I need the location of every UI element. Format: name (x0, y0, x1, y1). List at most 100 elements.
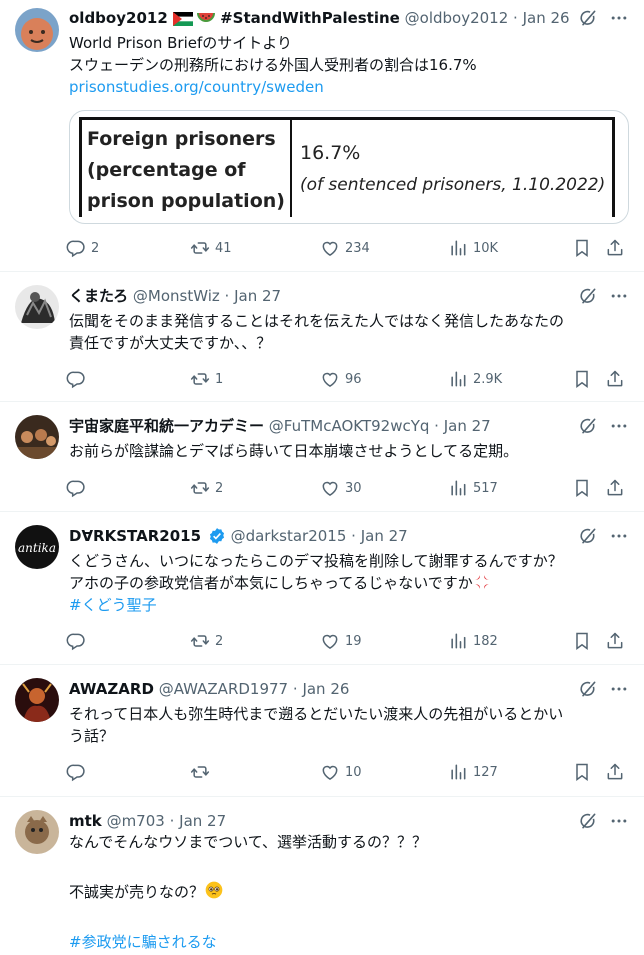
separator: · (169, 812, 175, 830)
like-icon (320, 762, 340, 782)
avatar[interactable] (15, 678, 59, 722)
tweet-text-line: なんでそんなウソまでついて、選挙活動するの？？？ (69, 833, 428, 851)
grok-icon[interactable] (578, 679, 598, 699)
bookmark-button[interactable] (572, 629, 592, 653)
tweet[interactable]: antika D∀RKSTAR2015 @darkstar2015 · Jan … (0, 512, 644, 665)
share-icon (605, 631, 625, 651)
retweet-button[interactable] (190, 760, 215, 784)
reply-button[interactable] (66, 629, 91, 653)
like-button[interactable]: 234 (320, 236, 370, 260)
avatar[interactable] (15, 285, 59, 329)
action-bar: 2 19 182 (66, 629, 628, 653)
display-name[interactable]: oldboy2012 (69, 9, 168, 27)
bookmark-button[interactable] (572, 476, 592, 500)
reply-icon (66, 762, 86, 782)
timestamp[interactable]: Jan 26 (302, 680, 349, 698)
handle[interactable]: @darkstar2015 (231, 527, 347, 545)
like-icon (320, 478, 340, 498)
like-button[interactable]: 19 (320, 629, 362, 653)
share-icon (605, 369, 625, 389)
card-label-line: Foreign prisoners (87, 128, 276, 150)
grok-icon[interactable] (578, 8, 598, 28)
views-button[interactable]: 517 (448, 476, 498, 500)
handle[interactable]: @FuTMcAOKT92wcYq (269, 417, 430, 435)
more-icon[interactable] (608, 416, 630, 436)
share-icon (605, 238, 625, 258)
display-name[interactable]: 宇宙家庭平和統一アカデミー (69, 417, 264, 435)
more-icon[interactable] (608, 811, 630, 831)
handle[interactable]: @oldboy2012 (405, 9, 509, 27)
handle[interactable]: @AWAZARD1977 (159, 680, 288, 698)
handle[interactable]: @MonstWiz (133, 287, 220, 305)
reply-button[interactable] (66, 367, 91, 391)
avatar[interactable] (15, 8, 59, 52)
timestamp[interactable]: Jan 27 (361, 527, 408, 545)
grok-icon[interactable] (578, 526, 598, 546)
share-button[interactable] (605, 236, 625, 260)
views-button[interactable]: 127 (448, 760, 498, 784)
tweet[interactable]: AWAZARD @AWAZARD1977 · Jan 26 それって日本人も弥生… (0, 665, 644, 797)
verified-badge-icon (209, 528, 224, 544)
like-button[interactable]: 10 (320, 760, 362, 784)
hashtag-link[interactable]: #くどう聖子 (69, 594, 626, 616)
bookmark-button[interactable] (572, 367, 592, 391)
views-button[interactable]: 10K (448, 236, 498, 260)
timestamp[interactable]: Jan 27 (179, 812, 226, 830)
retweet-icon (190, 238, 210, 258)
retweet-button[interactable]: 2 (190, 629, 223, 653)
tweet[interactable]: oldboy2012 #StandWithPalestine @oldboy20… (0, 0, 644, 272)
display-name[interactable]: AWAZARD (69, 680, 154, 698)
more-icon[interactable] (608, 286, 630, 306)
reply-button[interactable] (66, 760, 91, 784)
views-icon (448, 238, 468, 258)
tweet-text-line: う話？ (69, 727, 115, 745)
image-card[interactable]: Foreign prisoners (percentage of prison … (69, 110, 629, 224)
reply-button[interactable]: 2 (66, 236, 99, 260)
tweet-text-line: お前らが陰謀論とデマばら蒔いて日本崩壊させようとしてる定期。 (69, 442, 519, 460)
display-name[interactable]: mtk (69, 812, 102, 830)
tweet-text-line: 不誠実が売りなの？ (69, 883, 205, 901)
timestamp[interactable]: Jan 26 (523, 9, 570, 27)
more-icon[interactable] (608, 8, 630, 28)
grok-icon[interactable] (578, 416, 598, 436)
more-icon[interactable] (608, 679, 630, 699)
views-button[interactable]: 2.9K (448, 367, 502, 391)
avatar[interactable]: antika (15, 525, 59, 569)
display-name[interactable]: くまたろ (69, 287, 128, 305)
grok-icon[interactable] (578, 286, 598, 306)
card-label: Foreign prisoners (percentage of prison … (82, 120, 292, 217)
views-button[interactable]: 182 (448, 629, 498, 653)
reply-button[interactable] (66, 476, 91, 500)
share-button[interactable] (605, 629, 625, 653)
tweet-header: くまたろ @MonstWiz · Jan 27 (69, 286, 574, 306)
like-button[interactable]: 30 (320, 476, 362, 500)
retweet-button[interactable]: 1 (190, 367, 223, 391)
more-icon[interactable] (608, 526, 630, 546)
bookmark-button[interactable] (572, 236, 592, 260)
avatar[interactable] (15, 415, 59, 459)
display-name[interactable]: D∀RKSTAR2015 (69, 527, 201, 545)
separator: · (224, 287, 230, 305)
tweet-text-line (69, 855, 626, 880)
tweet[interactable]: mtk @m703 · Jan 27 なんでそんなウソまでついて、選挙活動するの… (0, 797, 644, 951)
share-button[interactable] (605, 367, 625, 391)
hashtag-link[interactable]: #参政党に騙されるな (69, 930, 626, 955)
timestamp[interactable]: Jan 27 (234, 287, 281, 305)
handle[interactable]: @m703 (107, 812, 165, 830)
views-count: 127 (473, 764, 498, 780)
retweet-button[interactable]: 41 (190, 236, 232, 260)
share-icon (605, 478, 625, 498)
grok-icon[interactable] (578, 811, 598, 831)
bookmark-button[interactable] (572, 760, 592, 784)
timestamp[interactable]: Jan 27 (444, 417, 491, 435)
tweet-link[interactable]: prisonstudies.org/country/sweden (69, 76, 626, 98)
like-button[interactable]: 96 (320, 367, 362, 391)
tweet[interactable]: 宇宙家庭平和統一アカデミー @FuTMcAOKT92wcYq · Jan 27 … (0, 402, 644, 512)
share-button[interactable] (605, 760, 625, 784)
avatar[interactable] (15, 810, 59, 854)
retweet-button[interactable]: 2 (190, 476, 223, 500)
tweet-header: 宇宙家庭平和統一アカデミー @FuTMcAOKT92wcYq · Jan 27 (69, 416, 574, 436)
tweet-text-line: 伝聞をそのまま発信することはそれを伝えた人ではなく発信したあなたの (69, 312, 565, 330)
share-button[interactable] (605, 476, 625, 500)
tweet[interactable]: くまたろ @MonstWiz · Jan 27 伝聞をそのまま発信することはそれ… (0, 272, 644, 402)
